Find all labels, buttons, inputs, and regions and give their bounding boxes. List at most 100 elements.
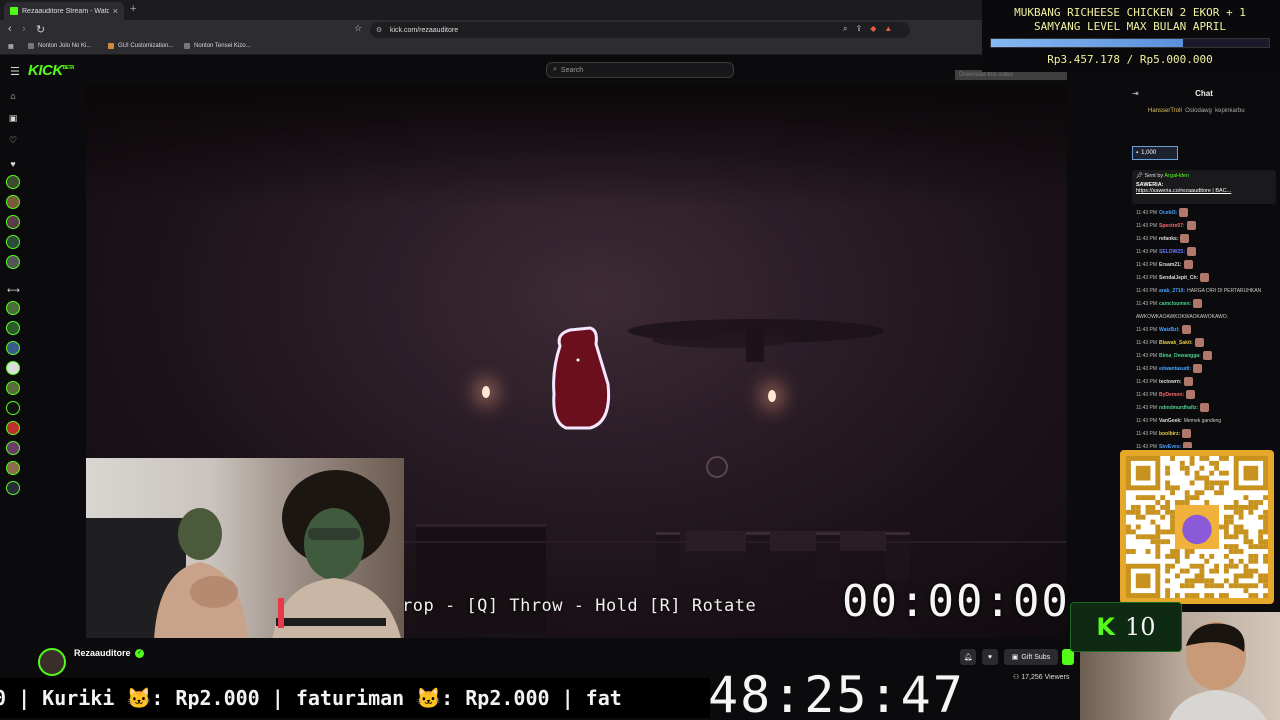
chat-username[interactable]: Blawak_Sakti: bbox=[1159, 340, 1193, 346]
chat-message[interactable]: 11:43 PM SendalJepit_Ch: bbox=[1136, 271, 1278, 284]
chat-username[interactable]: refanks: bbox=[1159, 236, 1178, 242]
chat-username[interactable]: boolbirz: bbox=[1159, 431, 1180, 437]
qr-module bbox=[1238, 583, 1244, 589]
channel-avatar[interactable] bbox=[6, 401, 20, 415]
channel-avatar[interactable] bbox=[6, 461, 20, 475]
top-gifter[interactable]: Oslodawg bbox=[1185, 108, 1212, 114]
chat-message[interactable]: 11:43 PM refanks: bbox=[1136, 232, 1278, 245]
kick-logo[interactable]: KICKBETA bbox=[28, 62, 74, 79]
follow-heart-button[interactable]: ♥ bbox=[982, 649, 998, 665]
channel-avatar[interactable] bbox=[6, 195, 20, 209]
gift-count-pill[interactable]: ▪ 1,000 bbox=[1132, 146, 1178, 160]
chat-username[interactable]: Ocebl3: bbox=[1159, 210, 1177, 216]
chat-message[interactable]: 11:43 PM Ocebl3: bbox=[1136, 206, 1278, 219]
chat-message[interactable]: 11:43 PM WatzBzl: bbox=[1136, 323, 1278, 336]
chat-username[interactable]: tectowrn: bbox=[1159, 379, 1182, 385]
qr-module bbox=[1223, 524, 1229, 530]
chat-username[interactable]: WatzBzl: bbox=[1159, 327, 1180, 333]
qr-module bbox=[1248, 504, 1254, 510]
chat-username[interactable]: Bima_Dewangga: bbox=[1159, 353, 1201, 359]
chat-username[interactable]: edwantasudi: bbox=[1159, 366, 1191, 372]
bookmark-item-2[interactable]: GUI Customization... bbox=[108, 43, 173, 49]
channel-avatar[interactable] bbox=[6, 481, 20, 495]
chat-username[interactable]: ByDemon: bbox=[1159, 392, 1184, 398]
extension-alert-icon[interactable]: ▲ bbox=[884, 24, 892, 34]
channel-avatar[interactable] bbox=[6, 235, 20, 249]
channel-avatar[interactable] bbox=[6, 441, 20, 455]
share-icon[interactable]: ⇪ bbox=[855, 24, 862, 34]
home-icon[interactable]: ⌂ bbox=[7, 90, 19, 102]
channel-avatar[interactable] bbox=[6, 341, 20, 355]
chat-message[interactable]: 11:43 PM ndmdmurdhafiz: bbox=[1136, 401, 1278, 414]
channel-avatar[interactable] bbox=[6, 381, 20, 395]
apps-grid-icon[interactable]: ▦ bbox=[8, 43, 14, 50]
chat-username[interactable]: Ersam21: bbox=[1159, 262, 1182, 268]
channel-avatar[interactable] bbox=[6, 301, 20, 315]
chat-message[interactable]: AWKOWKAOAWKOKWAOKAWOKAWO. bbox=[1136, 310, 1278, 323]
viewer-count: ⚇ 17,256 Viewers bbox=[1013, 673, 1069, 681]
chat-message[interactable]: 11:43 PM Ersam21: bbox=[1136, 258, 1278, 271]
bookmark-item-3[interactable]: Nonton Tensei Kizo... bbox=[184, 43, 251, 49]
qr-module bbox=[1204, 456, 1210, 461]
channel-avatar[interactable] bbox=[6, 175, 20, 189]
extension-shield-icon[interactable]: ◆ bbox=[870, 24, 876, 34]
channel-avatar[interactable] bbox=[6, 255, 20, 269]
close-tab-icon[interactable]: × bbox=[113, 6, 118, 16]
chat-message[interactable]: 11:43 PM ByDemon: bbox=[1136, 388, 1278, 401]
chat-username[interactable]: VanGeek: bbox=[1159, 418, 1182, 424]
bookmark-star-icon[interactable]: ☆ bbox=[354, 23, 362, 34]
qr-module bbox=[1258, 573, 1264, 579]
browser-tab[interactable]: Rezaauditore Stream - Watch × bbox=[4, 2, 124, 20]
chat-message[interactable]: 11:43 PM camcloumen: bbox=[1136, 297, 1278, 310]
bookmark-item-1[interactable]: Nonton Jolo No Ki... bbox=[28, 43, 91, 49]
search-input[interactable]: ⌕ Search bbox=[546, 62, 734, 78]
chat-message[interactable]: 11:43 PM arab_2710: HARGA DIRI DI PERTARUH… bbox=[1136, 284, 1278, 297]
chat-message[interactable]: 11:43 PM Blawak_Sakti: bbox=[1136, 336, 1278, 349]
qr-module bbox=[1214, 490, 1220, 496]
menu-icon[interactable]: ☰ bbox=[10, 65, 20, 78]
chat-message[interactable]: 11:43 PM SELOW2S: bbox=[1136, 245, 1278, 258]
gift-subs-button[interactable]: ▣ Gift Subs bbox=[1004, 649, 1058, 665]
top-gifter[interactable]: HansserTroll bbox=[1148, 108, 1182, 114]
chat-username[interactable]: SkyEyes: bbox=[1159, 444, 1181, 449]
chat-timestamp: 11:43 PM bbox=[1136, 443, 1158, 449]
chat-message[interactable]: 11:43 PM SkyEyes: bbox=[1136, 440, 1278, 448]
chat-emote-icon bbox=[1187, 247, 1197, 256]
channel-avatar[interactable] bbox=[6, 361, 20, 375]
pinned-message[interactable]: 📌︎ Sent by ArgaHden SAWERIA: https://saw… bbox=[1132, 170, 1276, 204]
chat-message[interactable]: 11:43 PM tectowrn: bbox=[1136, 375, 1278, 388]
url-bar[interactable]: ⚙ kick.com/rezaauditore bbox=[370, 22, 910, 38]
qr-module bbox=[1248, 573, 1254, 579]
chat-message[interactable]: 11:43 PM boolbirz: bbox=[1136, 427, 1278, 440]
back-icon[interactable]: ‹ bbox=[8, 23, 12, 35]
new-tab-icon[interactable]: + bbox=[130, 3, 136, 15]
forward-icon[interactable]: › bbox=[22, 23, 26, 35]
notification-bell-button[interactable]: 🔔︎ bbox=[960, 649, 976, 665]
streamer-avatar[interactable] bbox=[38, 648, 66, 676]
qr-module bbox=[1140, 534, 1146, 540]
chat-username[interactable]: Spectre07: bbox=[1159, 223, 1185, 229]
chat-username[interactable]: camcloumen: bbox=[1159, 301, 1191, 307]
chat-username[interactable]: arab_2710: bbox=[1159, 288, 1185, 294]
chat-username[interactable]: SendalJepit_Ch: bbox=[1159, 275, 1198, 281]
qr-module bbox=[1189, 460, 1195, 466]
qr-module bbox=[1214, 563, 1220, 569]
top-gifter[interactable]: kepinkarbu bbox=[1215, 108, 1244, 114]
chat-message[interactable]: 11:43 PM Bima_Dewangga: bbox=[1136, 349, 1278, 362]
channel-avatar[interactable] bbox=[6, 321, 20, 335]
channel-avatar[interactable] bbox=[6, 215, 20, 229]
reload-icon[interactable]: ↻ bbox=[36, 23, 45, 36]
chat-message[interactable]: 11:43 PM Spectre07: bbox=[1136, 219, 1278, 232]
channel-avatar[interactable] bbox=[6, 421, 20, 435]
chat-message[interactable]: 11:43 PM edwantasudi: bbox=[1136, 362, 1278, 375]
zoom-icon[interactable]: ⌕ bbox=[843, 24, 847, 34]
following-heart-icon[interactable]: ♡ bbox=[7, 134, 19, 146]
browse-icon[interactable]: ▣ bbox=[7, 112, 19, 124]
chat-username[interactable]: ndmdmurdhafiz: bbox=[1159, 405, 1198, 411]
qr-module bbox=[1174, 593, 1180, 598]
streamer-name[interactable]: Rezaauditore bbox=[74, 648, 131, 658]
pinned-link[interactable]: https://saweria.co/rezaauditore | BAC... bbox=[1136, 188, 1272, 194]
chat-username[interactable]: SELOW2S: bbox=[1159, 249, 1185, 255]
chat-message[interactable]: 11:43 PM VanGeek: Memek gandeng bbox=[1136, 414, 1278, 427]
site-info-icon[interactable]: ⚙ bbox=[376, 26, 382, 34]
